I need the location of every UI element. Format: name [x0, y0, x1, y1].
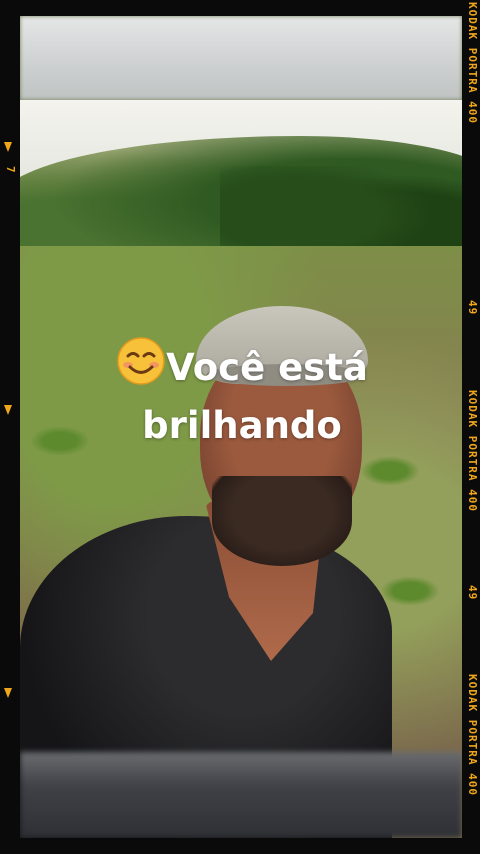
- film-frame-number: 49: [466, 300, 479, 316]
- film-marker-arrow: [4, 142, 12, 152]
- film-frame-number: 49: [466, 585, 479, 601]
- blurred-bottom-band: [20, 752, 462, 838]
- film-marker-arrow: [4, 688, 12, 698]
- caption-line-1: Você está: [166, 346, 368, 389]
- blurred-sky-band: [20, 16, 462, 100]
- caption-line-2: brilhando: [142, 404, 342, 447]
- smiling-face-emoji-icon: [116, 336, 166, 400]
- film-marker-arrow: [4, 405, 12, 415]
- beard: [212, 476, 352, 566]
- film-left-number: 7: [4, 166, 17, 173]
- film-label: KODAK PORTRA 400: [466, 674, 479, 796]
- caption-text: Você está brilhando: [108, 336, 376, 452]
- film-frame: Você está brilhando KODAK PORTRA 400 49 …: [0, 0, 480, 854]
- film-label: KODAK PORTRA 400: [466, 2, 479, 124]
- film-label: KODAK PORTRA 400: [466, 390, 479, 512]
